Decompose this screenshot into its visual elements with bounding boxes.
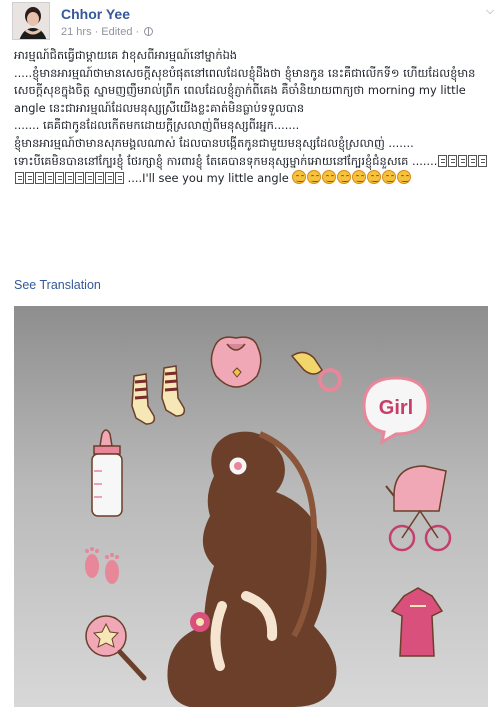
stroller-icon	[385, 465, 452, 552]
author-name[interactable]: Chhor Yee	[61, 6, 130, 22]
footprints-icon	[85, 547, 119, 584]
post-line-4: ខ្ញុំមានអារម្មណ៍ថាមានសុភមង្គលណាស់ ដែលបាន…	[14, 135, 414, 150]
post-line-2: .....ខ្ញុំមានអារម្មណ៍ថាមានសេចក្តីសុខបំផុ…	[14, 65, 476, 115]
post-header: Chhor Yee 21 hrs · Edited · ⌵	[12, 2, 494, 40]
dress-icon	[390, 587, 444, 657]
pregnant-silhouette	[167, 431, 337, 707]
pacifier-icon	[290, 351, 342, 392]
post-photo[interactable]: Girl	[14, 306, 488, 707]
post-text: អារម្មណ៍ជិតធ្វើជាម្តាយគេ វាខុសពីអារម្មណ៍…	[14, 47, 488, 190]
girl-text: Girl	[379, 397, 413, 419]
socks-icon	[131, 365, 186, 425]
post-line-1: អារម្មណ៍ជិតធ្វើជាម្តាយគេ វាខុសពីអារម្មណ៍…	[14, 48, 238, 62]
pregnancy-illustration: Girl	[85, 336, 452, 707]
avatar[interactable]	[12, 2, 50, 40]
globe-icon[interactable]	[144, 27, 154, 36]
chevron-down-icon[interactable]: ⌵	[482, 4, 498, 20]
flower-icon	[190, 612, 210, 632]
post-meta: 21 hrs · Edited ·	[61, 26, 154, 38]
post-line-5: ទោះបីគេមិនបាននៅក្បែរខ្ញុំ ថែរក្សាខ្ញុំ ក…	[14, 153, 438, 168]
rattle-icon	[85, 615, 147, 681]
see-translation-link[interactable]: See Translation	[14, 278, 101, 292]
avatar-photo	[13, 3, 49, 39]
bib-icon	[210, 336, 262, 388]
baby-bottle-icon	[91, 429, 123, 517]
post-line-5-wrap: ទោះបីគេមិនបាននៅក្បែរខ្ញុំ ថែរក្សាខ្ញុំ ក…	[14, 153, 488, 190]
facebook-post: Chhor Yee 21 hrs · Edited · ⌵ អារម្មណ៍ជិតធ្…	[0, 0, 500, 707]
smile-emoji-icons	[292, 170, 412, 190]
post-line-3: ....... គេគឺជាកូនដែលកើតមកដោយក្តីស្រលាញ់ព…	[14, 118, 300, 133]
girl-speech-bubble: Girl	[362, 376, 430, 445]
post-time[interactable]: 21 hrs	[61, 26, 92, 38]
post-line-6: ....I'll see you my little angle	[127, 171, 289, 186]
edited-label[interactable]: Edited	[101, 26, 132, 38]
